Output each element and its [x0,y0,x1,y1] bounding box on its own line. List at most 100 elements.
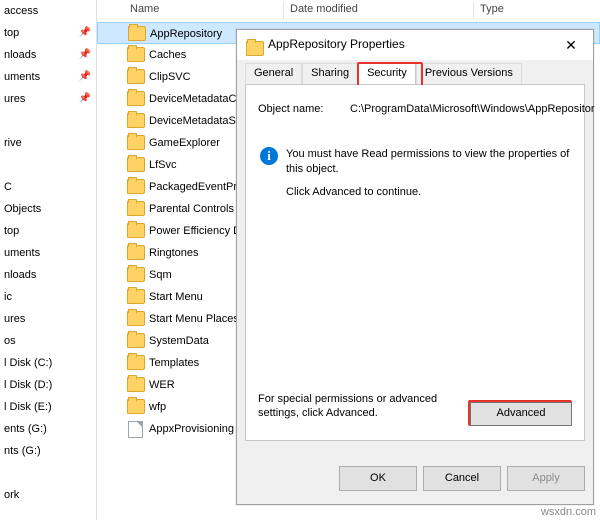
nav-item-label: Objects [4,203,42,215]
nav-item-label: uments [4,71,41,83]
folder-icon [127,89,145,106]
tab-security[interactable]: Security [358,63,416,85]
file-name: WER [149,379,175,391]
pin-icon[interactable]: 📌 [79,22,91,44]
pin-icon[interactable]: 📌 [79,66,91,88]
file-name: AppRepository [150,28,223,40]
file-name: wfp [149,401,167,413]
nav-item[interactable]: top 📌 [0,22,96,44]
info-message: You must have Read permissions to view t… [286,148,570,175]
nav-item[interactable]: C [0,176,96,198]
folder-icon [127,133,145,150]
nav-item[interactable]: nloads 📌 [0,44,96,66]
special-permissions-text: For special permissions or advanced sett… [258,393,438,419]
nav-item-label: ents (G:) [4,423,47,435]
file-name: Ringtones [149,247,199,259]
tab-strip[interactable]: GeneralSharingSecurityPrevious VersionsC… [245,63,585,105]
nav-item-label: nloads [4,269,37,281]
nav-item[interactable]: l Disk (E:) [0,396,96,418]
nav-item-label: rive [4,137,22,149]
tab-previous-versions[interactable]: Previous Versions [415,63,522,84]
folder-icon [127,177,145,194]
column-header-name[interactable]: Name [130,3,159,15]
pin-icon[interactable]: 📌 [79,88,91,110]
object-name-value: C:\ProgramData\Microsoft\Windows\AppRepo… [350,103,595,115]
column-header-row[interactable]: Name Date modified Type [97,0,600,23]
tab-general[interactable]: General [245,63,303,84]
folder-icon [127,243,145,260]
tab-sharing[interactable]: Sharing [302,63,359,84]
nav-item[interactable]: ents (G:) [0,418,96,440]
folder-icon [128,24,146,41]
nav-item-label: l Disk (D:) [4,379,53,391]
nav-item[interactable]: uments [0,242,96,264]
file-icon [127,421,143,438]
nav-item-label: access [4,5,39,17]
nav-item[interactable]: os [0,330,96,352]
nav-item[interactable]: l Disk (C:) [0,352,96,374]
dialog-title-bar[interactable]: AppRepository Properties ✕ [237,30,593,61]
column-header-date[interactable]: Date modified [290,3,358,15]
nav-item-label: ork [4,489,20,501]
nav-item[interactable]: ork [0,484,96,506]
dialog-title: AppRepository Properties [268,37,405,51]
file-name: Sqm [149,269,172,281]
file-name: Caches [149,49,187,61]
nav-item[interactable]: rive [0,132,96,154]
nav-item[interactable]: Objects [0,198,96,220]
nav-item-label: ic [4,291,12,303]
file-name: SystemData [149,335,209,347]
file-name: AppxProvisioning [149,423,234,435]
column-separator[interactable] [283,2,284,19]
folder-icon [127,199,145,216]
file-name: GameExplorer [149,137,220,149]
folder-icon [127,331,145,348]
nav-item[interactable]: top [0,220,96,242]
ok-button[interactable]: OK [339,466,417,491]
column-separator[interactable] [473,2,474,19]
file-name: Start Menu Places [149,313,239,325]
folder-icon [127,287,145,304]
apply-button: Apply [507,466,585,491]
properties-dialog: AppRepository Properties ✕ General Sharin… [236,29,595,505]
nav-item[interactable]: nloads [0,264,96,286]
nav-item[interactable]: uments 📌 [0,66,96,88]
nav-item[interactable]: access [0,0,96,22]
folder-icon [127,309,145,326]
nav-item[interactable]: l Disk (D:) [0,374,96,396]
info-icon: i [260,147,278,165]
nav-item-label: top [4,27,20,39]
folder-icon [127,397,145,414]
nav-item-label: os [4,335,16,347]
nav-item[interactable]: ures [0,308,96,330]
nav-item[interactable] [0,154,96,176]
dialog-body: Object name: C:\ProgramData\Microsoft\Wi… [245,85,595,441]
info-message-secondary: Click Advanced to continue. [286,186,422,198]
nav-item-label: l Disk (C:) [4,357,53,369]
nav-item[interactable] [0,462,96,484]
nav-item[interactable]: ic [0,286,96,308]
file-name: Templates [149,357,200,369]
nav-item-label: nts (G:) [4,445,41,457]
folder-icon [127,221,145,238]
nav-item[interactable]: nts (G:) [0,440,96,462]
nav-item-label: top [4,225,20,237]
folder-icon [127,67,145,84]
pin-icon[interactable]: 📌 [79,44,91,66]
folder-icon [127,265,145,282]
nav-item-label: l Disk (E:) [4,401,52,413]
navigation-pane[interactable]: access top 📌 nloads 📌 uments 📌 ures 📌 rive C Object… [0,0,96,520]
close-icon[interactable]: ✕ [549,30,593,60]
nav-item-label: ures [4,93,26,105]
column-header-type[interactable]: Type [480,3,504,15]
nav-item[interactable] [0,110,96,132]
folder-icon [127,155,145,172]
nav-item-label: ures [4,313,26,325]
folder-icon [127,45,145,62]
nav-item-label: uments [4,247,41,259]
advanced-button-wrapper: Advanced [468,400,572,426]
advanced-button[interactable]: Advanced [470,402,572,426]
cancel-button[interactable]: Cancel [423,466,501,491]
nav-item[interactable]: ures 📌 [0,88,96,110]
folder-icon [246,38,264,56]
